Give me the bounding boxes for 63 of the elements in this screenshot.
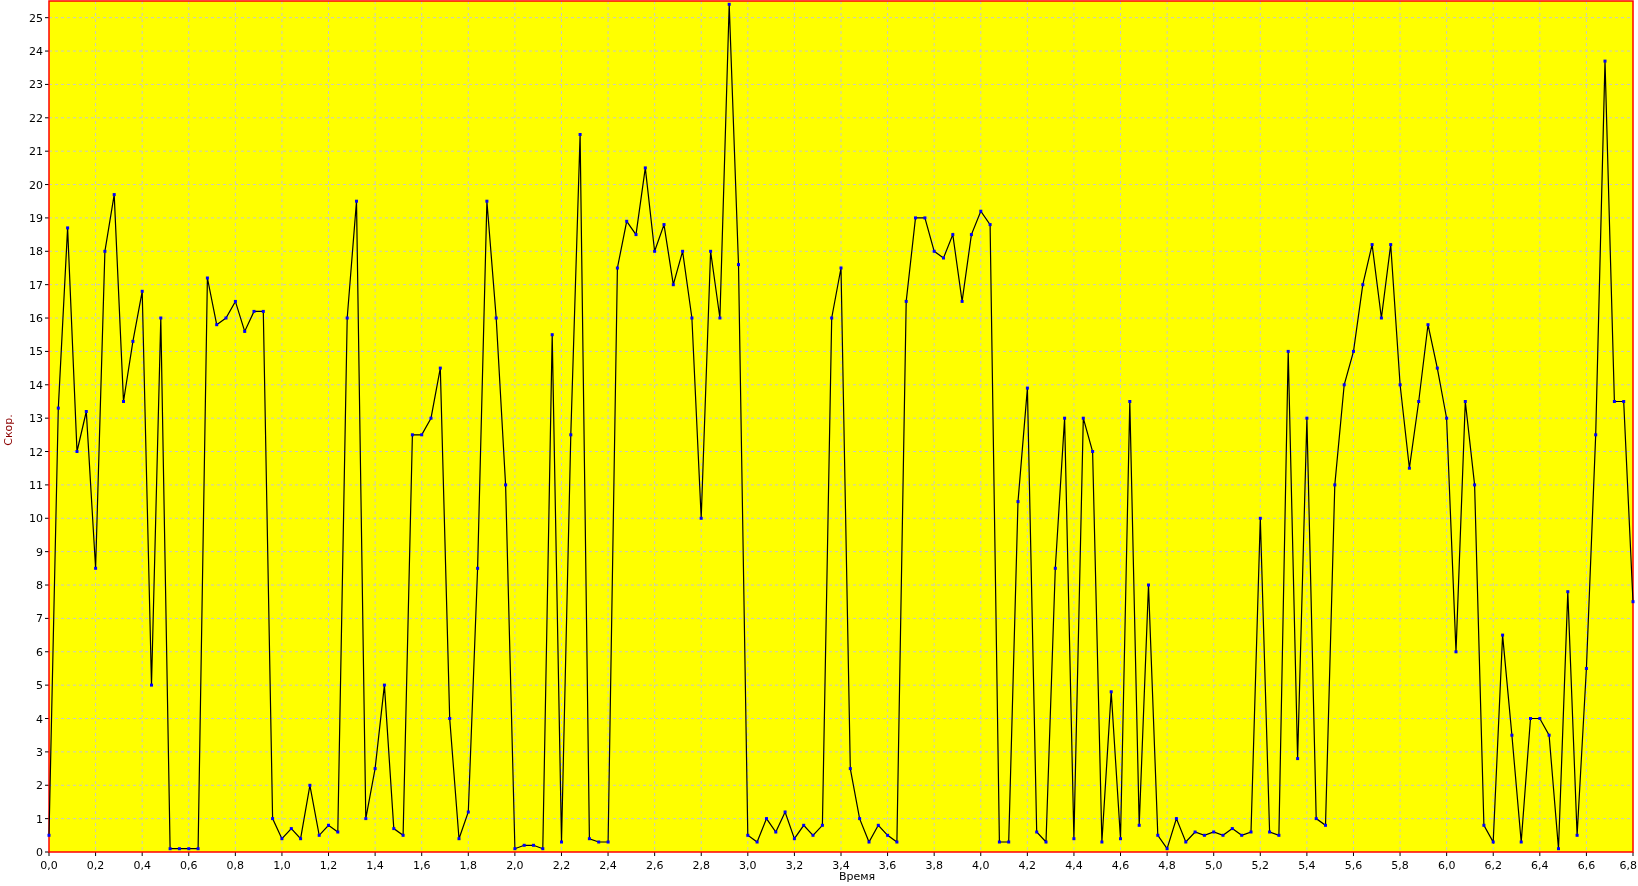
x-tick-label: 5,4 bbox=[1298, 859, 1316, 872]
x-tick-label: 4,0 bbox=[972, 859, 990, 872]
x-tick-label: 6,2 bbox=[1484, 859, 1502, 872]
x-tick-label: 2,8 bbox=[692, 859, 710, 872]
y-tick-label: 13 bbox=[29, 412, 43, 426]
y-tick-label: 8 bbox=[36, 579, 43, 592]
x-tick-label: 5,2 bbox=[1251, 859, 1270, 872]
x-tick-label: 6,0 bbox=[1437, 859, 1456, 872]
y-tick-label: 22 bbox=[29, 111, 43, 125]
x-tick-label: 2,4 bbox=[599, 859, 617, 872]
y-tick-label: 16 bbox=[29, 312, 43, 326]
x-tick-label: 4,4 bbox=[1065, 859, 1083, 872]
x-tick-label: 6,4 bbox=[1531, 859, 1549, 872]
y-tick-label: 6 bbox=[36, 645, 43, 659]
x-tick-label: 4,2 bbox=[1018, 859, 1037, 872]
x-tick-label: 1,8 bbox=[459, 859, 478, 872]
x-tick-label: 3,0 bbox=[739, 859, 757, 872]
y-tick-label: 7 bbox=[36, 612, 43, 626]
x-tick-label: 2,0 bbox=[506, 859, 524, 872]
y-tick-label: 2 bbox=[36, 779, 43, 793]
x-tick-label: 1,0 bbox=[273, 859, 291, 872]
y-tick-label: 9 bbox=[36, 545, 43, 559]
x-tick-label: 0,8 bbox=[226, 859, 245, 872]
y-tick-label: 18 bbox=[29, 245, 43, 259]
x-tick-label: 2,2 bbox=[552, 859, 571, 872]
y-tick-label: 1 bbox=[36, 812, 43, 826]
x-tick-label: 2,6 bbox=[645, 859, 664, 872]
x-tick-label: 0,0 bbox=[40, 859, 58, 872]
y-tick-label: 5 bbox=[36, 679, 43, 693]
x-tick-label: 5,6 bbox=[1344, 859, 1363, 872]
x-tick-label: 6,8 bbox=[1619, 859, 1637, 872]
y-tick-label: 4 bbox=[36, 712, 43, 726]
x-tick-label: 3,8 bbox=[925, 859, 943, 872]
x-tick-label: 6,6 bbox=[1577, 859, 1596, 872]
y-tick-label: 14 bbox=[29, 378, 43, 392]
x-tick-label: 5,8 bbox=[1391, 859, 1409, 872]
y-tick-label: 25 bbox=[29, 11, 43, 25]
x-tick-label: 1,2 bbox=[319, 859, 338, 872]
y-tick-label: 12 bbox=[29, 445, 43, 459]
y-tick-label: 24 bbox=[29, 45, 43, 59]
y-axis-title: Скор. bbox=[2, 414, 15, 446]
x-tick-label: 3,6 bbox=[878, 859, 897, 872]
y-tick-label: 10 bbox=[29, 512, 43, 526]
x-tick-label: 3,2 bbox=[785, 859, 804, 872]
y-tick-label: 3 bbox=[36, 745, 43, 759]
y-tick-label: 23 bbox=[29, 78, 43, 92]
x-tick-label: 3,4 bbox=[832, 859, 850, 872]
x-tick-label: 1,4 bbox=[366, 859, 384, 872]
x-tick-label: 0,2 bbox=[86, 859, 105, 872]
x-tick-label: 0,4 bbox=[133, 859, 151, 872]
x-tick-label: 4,6 bbox=[1111, 859, 1130, 872]
x-tick-label: 4,8 bbox=[1158, 859, 1176, 872]
x-tick-label: 5,0 bbox=[1204, 859, 1223, 872]
y-tick-label: 21 bbox=[29, 145, 43, 159]
y-tick-label: 20 bbox=[29, 178, 43, 192]
y-tick-label: 15 bbox=[29, 345, 43, 359]
y-tick-label: 11 bbox=[29, 478, 43, 492]
x-tick-label: 1,6 bbox=[412, 859, 431, 872]
x-axis-title: Время bbox=[838, 870, 876, 883]
y-tick-label: 17 bbox=[29, 278, 43, 292]
y-tick-label: 19 bbox=[29, 211, 43, 225]
x-tick-label: 0,6 bbox=[180, 859, 198, 872]
y-tick-label: 0 bbox=[36, 846, 43, 859]
